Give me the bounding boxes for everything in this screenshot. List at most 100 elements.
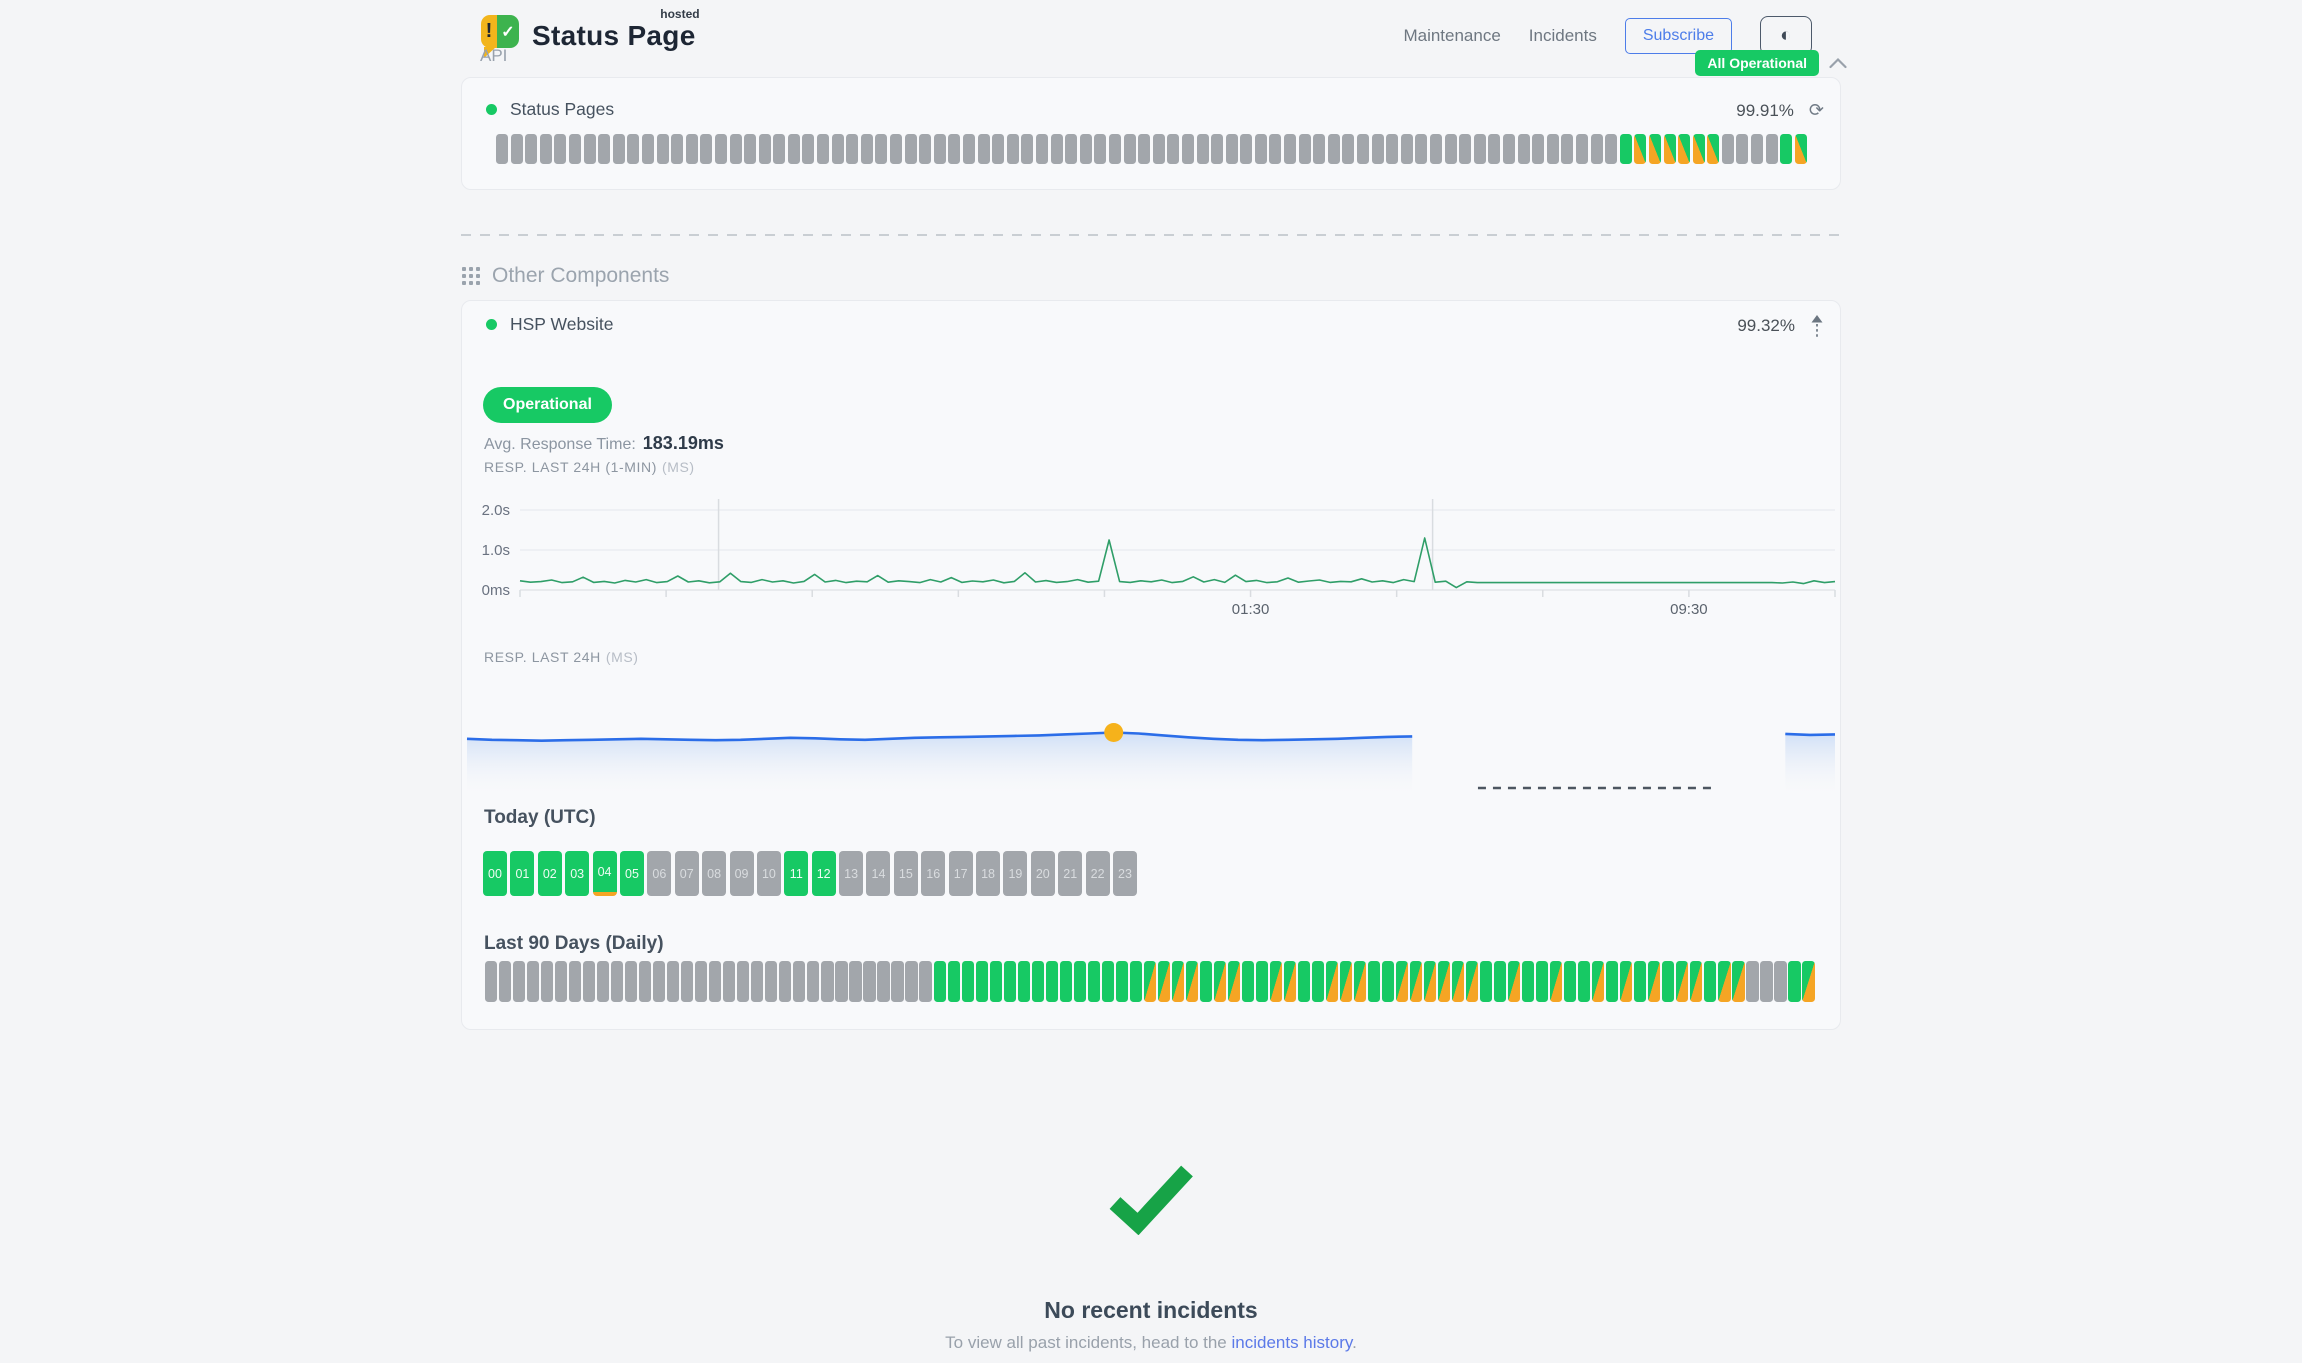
day-bar[interactable] <box>1494 961 1506 1002</box>
day-bar[interactable] <box>1718 961 1730 1002</box>
day-bar[interactable] <box>1340 961 1352 1002</box>
day-bar[interactable] <box>891 961 903 1002</box>
hour-block[interactable]: 23 <box>1113 851 1137 896</box>
day-bar[interactable] <box>1606 961 1618 1002</box>
uptime-bar[interactable] <box>1255 134 1267 164</box>
uptime-bar[interactable] <box>1065 134 1077 164</box>
hour-block[interactable]: 16 <box>921 851 945 896</box>
day-bar[interactable] <box>962 961 974 1002</box>
day-bar[interactable] <box>1382 961 1394 1002</box>
uptime-bar[interactable] <box>802 134 814 164</box>
uptime-bar[interactable] <box>1707 134 1719 164</box>
uptime-bar[interactable] <box>890 134 902 164</box>
hour-block[interactable]: 12 <box>812 851 836 896</box>
uptime-bar[interactable] <box>744 134 756 164</box>
day-bar[interactable] <box>653 961 665 1002</box>
uptime-bar[interactable] <box>1299 134 1311 164</box>
all-operational-badge[interactable]: All Operational <box>1695 50 1819 76</box>
day-bar[interactable] <box>555 961 567 1002</box>
uptime-bar[interactable] <box>1518 134 1530 164</box>
uptime-bar[interactable] <box>1532 134 1544 164</box>
response-time-line-chart[interactable]: 0ms1.0s2.0s01:3009:30 <box>462 493 1842 633</box>
day-bar[interactable] <box>1172 961 1184 1002</box>
day-bar[interactable] <box>1788 961 1800 1002</box>
uptime-bar[interactable] <box>1766 134 1778 164</box>
day-bar[interactable] <box>1550 961 1562 1002</box>
day-bar[interactable] <box>877 961 889 1002</box>
day-bar[interactable] <box>976 961 988 1002</box>
day-bar[interactable] <box>1242 961 1254 1002</box>
day-bar[interactable] <box>1130 961 1142 1002</box>
uptime-bar[interactable] <box>948 134 960 164</box>
day-bar[interactable] <box>807 961 819 1002</box>
uptime-bar[interactable] <box>861 134 873 164</box>
uptime-bar[interactable] <box>569 134 581 164</box>
uptime-bar[interactable] <box>540 134 552 164</box>
day-bar[interactable] <box>1018 961 1030 1002</box>
uptime-bar[interactable] <box>1080 134 1092 164</box>
hour-block[interactable]: 00 <box>483 851 507 896</box>
day-bar[interactable] <box>1452 961 1464 1002</box>
hour-block[interactable]: 18 <box>976 851 1000 896</box>
uptime-bar[interactable] <box>963 134 975 164</box>
uptime-bar[interactable] <box>1197 134 1209 164</box>
day-bar[interactable] <box>639 961 651 1002</box>
day-bar[interactable] <box>1354 961 1366 1002</box>
day-bar[interactable] <box>1522 961 1534 1002</box>
incidents-history-link[interactable]: incidents history <box>1231 1333 1352 1352</box>
day-bar[interactable] <box>1074 961 1086 1002</box>
day-bar[interactable] <box>737 961 749 1002</box>
uptime-bar[interactable] <box>1094 134 1106 164</box>
uptime-bar[interactable] <box>773 134 785 164</box>
hour-block[interactable]: 05 <box>620 851 644 896</box>
day-bar[interactable] <box>541 961 553 1002</box>
day-bar[interactable] <box>990 961 1002 1002</box>
uptime-bar[interactable] <box>1401 134 1413 164</box>
uptime-bar[interactable] <box>1211 134 1223 164</box>
day-bar[interactable] <box>1746 961 1758 1002</box>
day-bar[interactable] <box>681 961 693 1002</box>
hour-block[interactable]: 08 <box>702 851 726 896</box>
uptime-bar[interactable] <box>1795 134 1807 164</box>
uptime-bar[interactable] <box>832 134 844 164</box>
trend-up-icon[interactable] <box>1810 314 1824 338</box>
uptime-bar[interactable] <box>1620 134 1632 164</box>
hour-block[interactable]: 06 <box>647 851 671 896</box>
uptime-bar[interactable] <box>846 134 858 164</box>
hour-block[interactable]: 02 <box>538 851 562 896</box>
day-bar[interactable] <box>597 961 609 1002</box>
uptime-bar[interactable] <box>817 134 829 164</box>
day-bar[interactable] <box>934 961 946 1002</box>
day-bar[interactable] <box>863 961 875 1002</box>
uptime-bar[interactable] <box>1649 134 1661 164</box>
hour-block[interactable]: 11 <box>784 851 808 896</box>
day-bar[interactable] <box>1102 961 1114 1002</box>
hour-block[interactable]: 01 <box>510 851 534 896</box>
highlight-dot[interactable] <box>1104 723 1123 742</box>
day-bar[interactable] <box>513 961 525 1002</box>
uptime-bar[interactable] <box>1021 134 1033 164</box>
uptime-bar[interactable] <box>1386 134 1398 164</box>
day-bar[interactable] <box>1438 961 1450 1002</box>
day-bar[interactable] <box>723 961 735 1002</box>
uptime-bar[interactable] <box>1605 134 1617 164</box>
uptime-bar[interactable] <box>1736 134 1748 164</box>
hour-block[interactable]: 17 <box>949 851 973 896</box>
uptime-bar[interactable] <box>978 134 990 164</box>
uptime-bar[interactable] <box>1415 134 1427 164</box>
day-bar[interactable] <box>1732 961 1744 1002</box>
day-bar[interactable] <box>695 961 707 1002</box>
uptime-bar[interactable] <box>1357 134 1369 164</box>
uptime-bar[interactable] <box>671 134 683 164</box>
uptime-bar[interactable] <box>613 134 625 164</box>
day-bar[interactable] <box>1088 961 1100 1002</box>
hour-block[interactable]: 07 <box>675 851 699 896</box>
uptime-bar[interactable] <box>1678 134 1690 164</box>
day-bar[interactable] <box>1228 961 1240 1002</box>
uptime-bar[interactable] <box>1372 134 1384 164</box>
day-bar[interactable] <box>821 961 833 1002</box>
refresh-icon[interactable]: ⟳ <box>1809 100 1824 121</box>
uptime-bar[interactable] <box>919 134 931 164</box>
day-bar[interactable] <box>625 961 637 1002</box>
day-bar[interactable] <box>499 961 511 1002</box>
